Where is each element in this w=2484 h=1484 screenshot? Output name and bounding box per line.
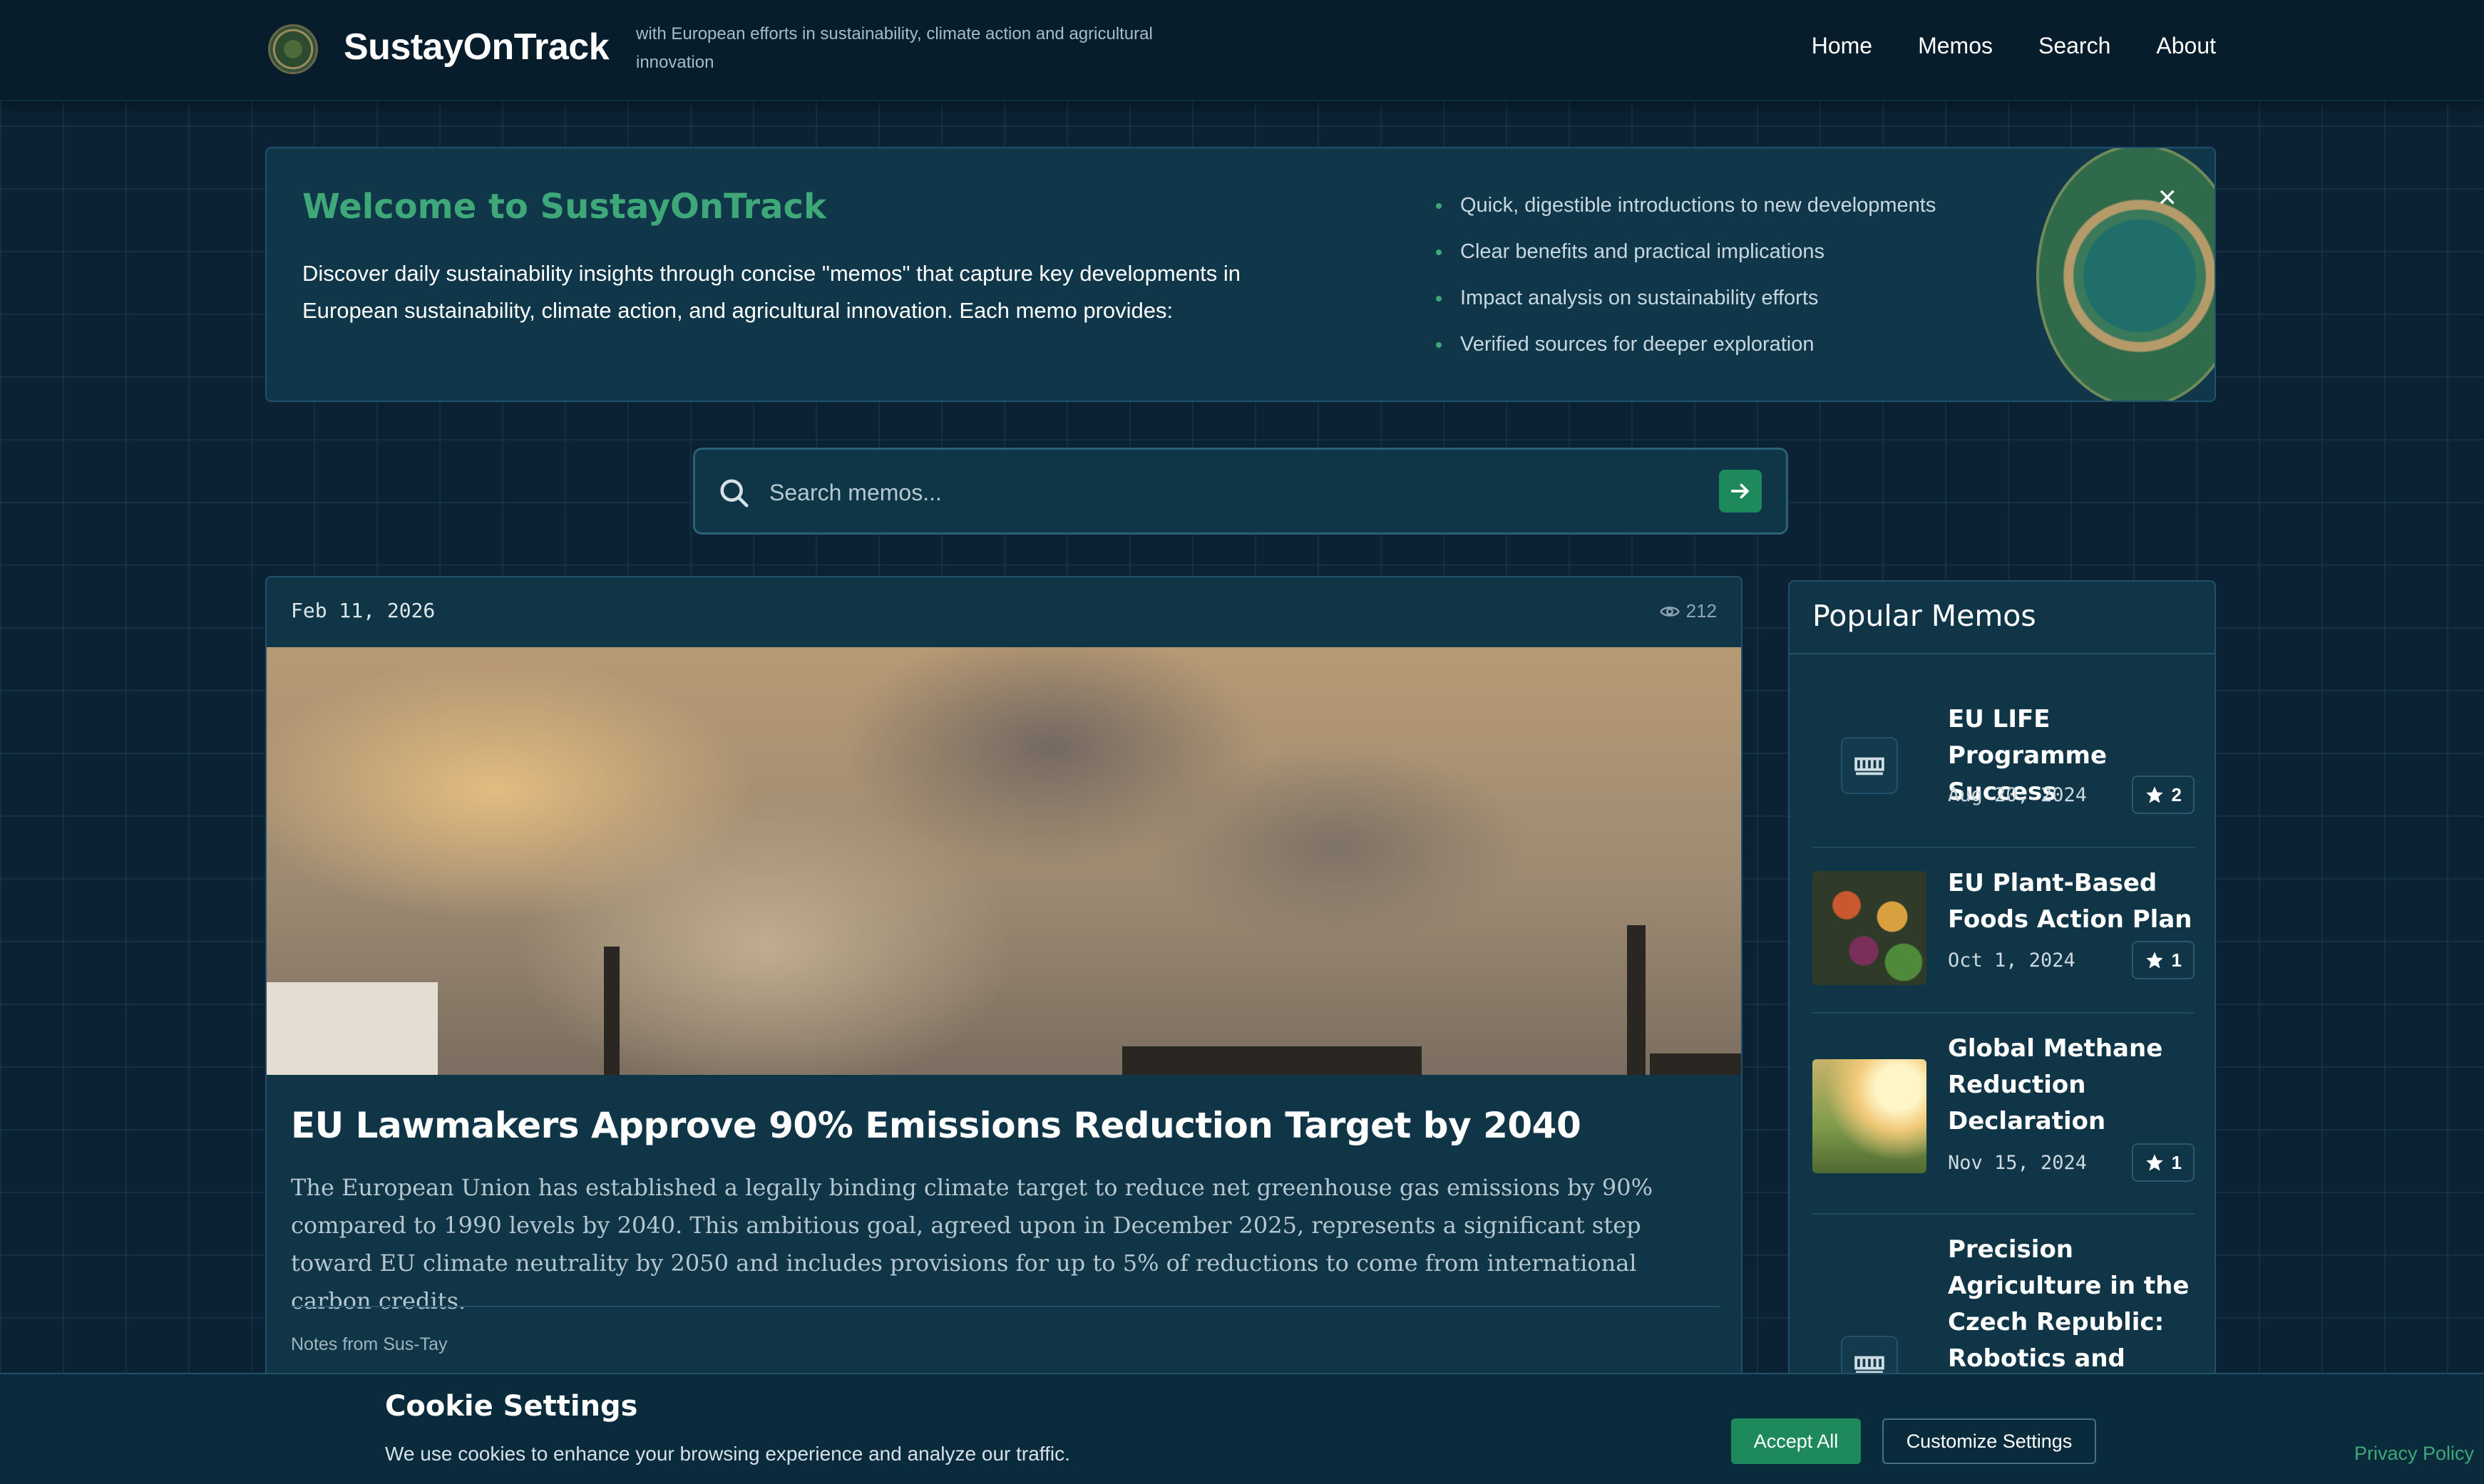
top-navbar: SustayOnTrack with European efforts in s… (0, 0, 2484, 101)
customize-settings-button[interactable]: Customize Settings (1882, 1418, 2096, 1464)
industrial-silhouette-right (1650, 1053, 1741, 1075)
star-icon (2145, 786, 2163, 803)
memo-thumbnail-vegetables (1812, 871, 1926, 985)
feature-item: Impact analysis on sustainability effort… (1436, 275, 1936, 321)
memo-search-bar (693, 448, 1788, 535)
rating-badge: 1 (2131, 1143, 2195, 1182)
memo-thumbnail (1812, 708, 1926, 823)
close-icon[interactable]: ✕ (2157, 184, 2178, 212)
arrow-right-icon (1730, 483, 1749, 499)
star-icon (2145, 1154, 2163, 1171)
memo-author: Notes from Sus-Tay (291, 1334, 448, 1354)
memo-placeholder-icon (1841, 737, 1898, 794)
cookie-text: We use cookies to enhance your browsing … (385, 1443, 1070, 1465)
welcome-panel: Welcome to SustayOnTrack Discover daily … (265, 147, 2216, 402)
popular-memo-title[interactable]: EU Plant-Based Foods Action Plan (1948, 865, 2195, 938)
welcome-title: Welcome to SustayOnTrack (302, 187, 826, 227)
popular-memo-item[interactable]: Global Methane Reduction Declaration Nov… (1812, 1014, 2195, 1215)
memo-summary: The European Union has established a leg… (291, 1174, 1653, 1314)
search-input[interactable] (769, 471, 1682, 514)
popular-memos-panel: Popular Memos EU LIFE Programme Success … (1788, 580, 2216, 1484)
rating-count: 1 (2171, 1151, 2182, 1173)
nav-home[interactable]: Home (1812, 33, 1872, 59)
accept-all-button[interactable]: Accept All (1731, 1418, 1861, 1464)
star-icon (2145, 952, 2163, 969)
featured-memo-card[interactable]: Feb 11, 2026 212 EU Lawmakers Approve 90… (265, 576, 1743, 1484)
main-nav: Home Memos Search About (1812, 33, 2216, 59)
smokestack-2 (1627, 925, 1646, 1075)
memo-title[interactable]: EU Lawmakers Approve 90% Emissions Reduc… (291, 1105, 1717, 1146)
globe-leaves-illustration (2036, 148, 2214, 401)
card-divider (291, 1306, 1720, 1307)
view-count: 212 (1659, 600, 1717, 622)
popular-memo-date: Aug 20, 2024 (1948, 784, 2088, 806)
brand-name[interactable]: SustayOnTrack (344, 26, 610, 68)
popular-memo-item[interactable]: EU LIFE Programme Success Aug 20, 2024 2 (1812, 683, 2195, 848)
popular-memos-heading: Popular Memos (1812, 599, 2036, 633)
welcome-intro: Discover daily sustainability insights t… (302, 261, 1241, 323)
memo-thumbnail-sunlight (1812, 1059, 1926, 1173)
smokestack-1 (604, 947, 620, 1075)
memo-hero-image[interactable] (267, 647, 1741, 1075)
popular-memo-title[interactable]: Precision Agriculture in the Czech Repub… (1948, 1232, 2195, 1377)
cookie-banner: Cookie Settings We use cookies to enhanc… (0, 1373, 2484, 1484)
feature-item: Quick, digestible introductions to new d… (1436, 182, 1936, 229)
panel-divider (1790, 653, 2214, 654)
rating-badge: 1 (2131, 941, 2195, 979)
search-submit-button[interactable] (1719, 470, 1762, 512)
popular-memo-date: Nov 15, 2024 (1948, 1152, 2088, 1174)
industrial-silhouette-left (267, 982, 438, 1075)
rating-count: 1 (2171, 949, 2182, 971)
feature-item: Verified sources for deeper exploration (1436, 321, 1936, 368)
popular-memo-title[interactable]: Global Methane Reduction Declaration (1948, 1031, 2195, 1140)
popular-memo-item[interactable]: EU Plant-Based Foods Action Plan Oct 1, … (1812, 848, 2195, 1014)
view-count-value: 212 (1685, 600, 1717, 622)
eye-icon (1659, 606, 1680, 617)
memo-date: Feb 11, 2026 (291, 599, 436, 622)
privacy-policy-link[interactable]: Privacy Policy (2354, 1443, 2474, 1465)
nav-memos[interactable]: Memos (1918, 33, 1993, 59)
search-icon (720, 479, 749, 507)
rating-count: 2 (2171, 783, 2182, 805)
brand-tagline: with European efforts in sustainability,… (636, 24, 1153, 72)
nav-search[interactable]: Search (2038, 33, 2110, 59)
brand-logo-icon[interactable] (268, 24, 318, 74)
nav-about[interactable]: About (2156, 33, 2216, 59)
welcome-feature-list: Quick, digestible introductions to new d… (1436, 182, 1936, 368)
rating-badge: 2 (2131, 776, 2195, 814)
popular-memo-date: Oct 1, 2024 (1948, 949, 2075, 972)
cookie-title: Cookie Settings (385, 1390, 638, 1423)
industrial-silhouette-mid (1122, 1046, 1422, 1075)
feature-item: Clear benefits and practical implication… (1436, 229, 1936, 275)
